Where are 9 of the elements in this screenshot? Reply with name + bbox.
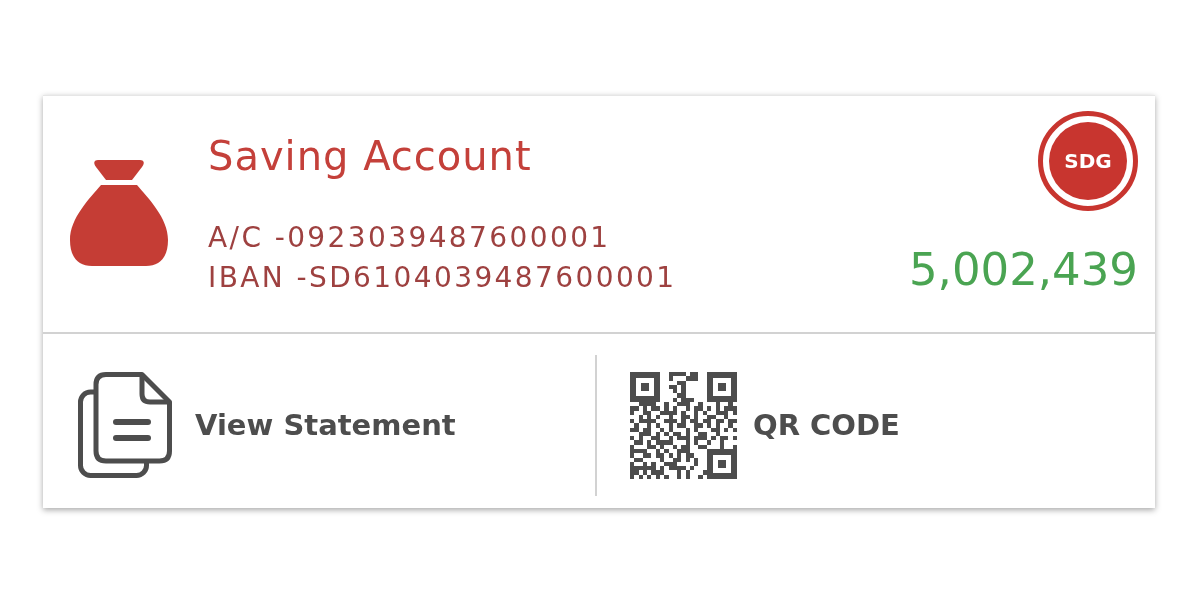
iban-number: IBAN -SD6104039487600001 (208, 260, 677, 296)
qr-code-button[interactable]: QR CODE (597, 334, 1155, 508)
money-bag-icon (70, 160, 168, 266)
documents-icon (78, 372, 172, 478)
currency-badge: SDG (1038, 111, 1138, 211)
balance-amount: 5,002,439 (908, 247, 1138, 292)
account-number: A/C -0923039487600001 (208, 220, 611, 256)
qr-code-icon (630, 371, 737, 479)
view-statement-button[interactable]: View Statement (43, 334, 595, 508)
